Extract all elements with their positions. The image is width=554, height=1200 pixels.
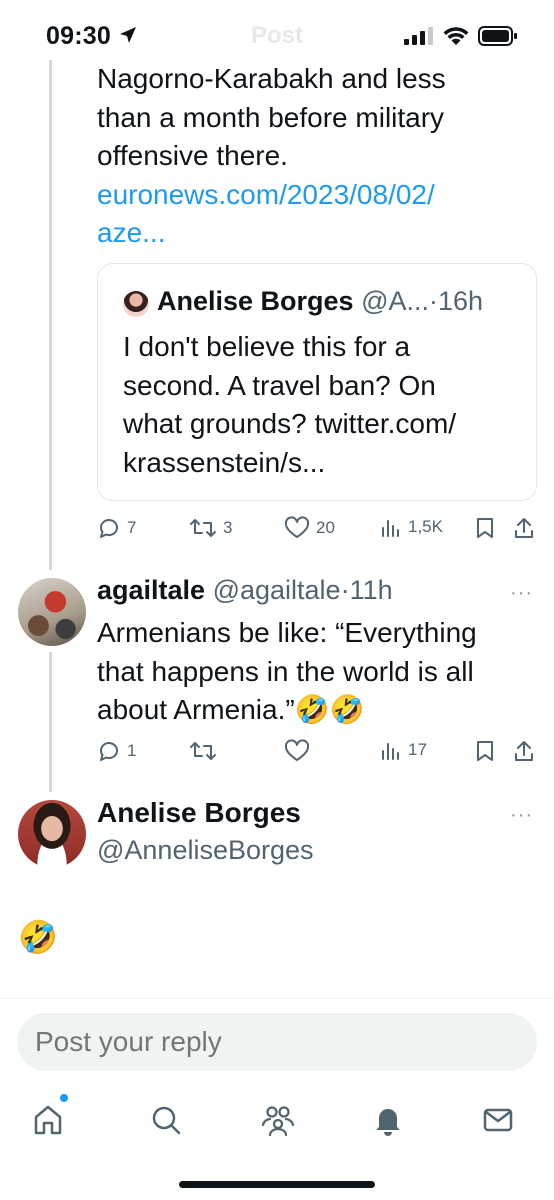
tweet-link-line[interactable]: aze...	[97, 214, 517, 253]
main-author-name[interactable]: Anelise Borges	[97, 797, 301, 829]
tweet-link-line[interactable]: euronews.com/2023/08/02/	[97, 176, 517, 215]
heart-icon	[284, 739, 310, 761]
repost-count: 3	[223, 518, 233, 537]
heart-icon	[284, 516, 310, 538]
tweet-text-line: offensive there.	[97, 140, 288, 171]
quote-tweet-text: I don't believe this for a second. A tra…	[123, 328, 523, 482]
messages-icon	[483, 1108, 513, 1132]
thread-connector-line	[49, 60, 52, 570]
avatar[interactable]	[18, 578, 86, 646]
repost-icon	[190, 742, 216, 760]
search-icon	[152, 1106, 181, 1135]
reply-button[interactable]: 7	[97, 516, 136, 540]
repost-button[interactable]	[189, 739, 223, 763]
views-button[interactable]: 1,5K	[380, 516, 443, 538]
tweet-text-line: Nagorno-Karabakh and less	[97, 63, 446, 94]
parent-tweet-actions: 7 3 20 1,5K	[97, 516, 537, 546]
battery-icon	[478, 25, 518, 52]
share-icon	[515, 518, 533, 538]
reply-count: 1	[127, 741, 137, 760]
analytics-icon	[382, 743, 399, 760]
reply-author-name[interactable]: agailtale	[97, 575, 205, 605]
reply-icon	[100, 742, 118, 761]
view-count: 1,5K	[408, 517, 443, 536]
bookmark-icon	[477, 518, 493, 538]
tab-home[interactable]	[28, 1100, 68, 1140]
reply-button[interactable]: 1	[97, 739, 136, 763]
location-arrow-icon	[118, 25, 138, 50]
repost-button[interactable]: 3	[189, 516, 232, 540]
more-options-button[interactable]: ···	[510, 582, 533, 605]
reply-count: 7	[127, 518, 137, 537]
reply-timestamp: 11h	[349, 575, 393, 605]
unread-dot	[60, 1094, 68, 1102]
main-tweet-text: 🤣	[18, 919, 58, 955]
reply-author-handle: @agailtale	[212, 575, 341, 605]
quote-author-name: Anelise Borges	[157, 286, 354, 316]
more-options-button[interactable]: ···	[510, 804, 533, 827]
reply-tweet-header: agailtale @agailtale·11h	[97, 575, 393, 606]
bookmark-icon	[477, 741, 493, 761]
tweet-link[interactable]: euronews.com/2023/08/02/ aze...	[97, 176, 517, 253]
home-icon	[34, 1105, 62, 1135]
quote-tweet-header: Anelise Borges @A...·16h	[157, 286, 483, 317]
divider	[0, 998, 554, 999]
thread-connector-line	[49, 652, 52, 792]
reply-input[interactable]	[17, 1013, 537, 1071]
reply-tweet-text: Armenians be like: “Everything that happ…	[97, 614, 517, 730]
reply-text-line: about Armenia.”🤣🤣	[97, 694, 365, 725]
tweet-text-line: than a month before military	[97, 101, 445, 133]
repost-icon	[190, 519, 216, 537]
share-button[interactable]	[513, 516, 535, 540]
avatar	[123, 291, 149, 317]
share-icon	[515, 741, 533, 761]
views-button[interactable]: 17	[380, 739, 427, 761]
bookmark-button[interactable]	[474, 516, 496, 540]
home-indicator[interactable]	[179, 1181, 375, 1188]
reply-text-line: that happens in the world is all	[97, 655, 474, 687]
wifi-icon	[442, 25, 470, 52]
quote-timestamp: 16h	[438, 286, 484, 316]
quote-text-line: krassenstein/s...	[123, 446, 326, 478]
like-button[interactable]	[284, 739, 316, 763]
analytics-icon	[382, 520, 399, 537]
cellular-signal-icon	[404, 27, 434, 50]
tab-notifications[interactable]	[368, 1100, 408, 1140]
share-button[interactable]	[513, 739, 535, 763]
reply-icon	[100, 519, 118, 538]
like-button[interactable]: 20	[284, 516, 335, 540]
main-author-handle: @AnneliseBorges	[97, 835, 314, 865]
tab-communities[interactable]	[258, 1100, 298, 1140]
quote-text-line: second. A travel ban? On	[123, 369, 436, 401]
quote-tweet-card[interactable]: Anelise Borges @A...·16h I don't believe…	[97, 263, 537, 501]
tab-search[interactable]	[146, 1100, 186, 1140]
bookmark-button[interactable]	[474, 739, 496, 763]
avatar[interactable]	[18, 800, 86, 868]
tab-messages[interactable]	[478, 1100, 518, 1140]
separator: ·	[340, 575, 350, 605]
reply-text-line: Armenians be like: “Everything	[97, 617, 477, 648]
communities-icon	[261, 1106, 295, 1137]
parent-tweet-text: Nagorno-Karabakh and less than a month b…	[97, 60, 517, 253]
like-count: 20	[316, 518, 335, 537]
quote-text-line: what grounds? twitter.com/	[123, 408, 457, 439]
quote-text-line: I don't believe this for a	[123, 331, 411, 362]
quote-author-handle: @A...	[361, 286, 430, 316]
separator: ·	[429, 286, 439, 316]
reply-tweet-actions: 1 17	[97, 739, 537, 769]
status-time: 09:30	[46, 22, 111, 50]
notifications-icon	[376, 1109, 400, 1136]
view-count: 17	[408, 740, 427, 759]
